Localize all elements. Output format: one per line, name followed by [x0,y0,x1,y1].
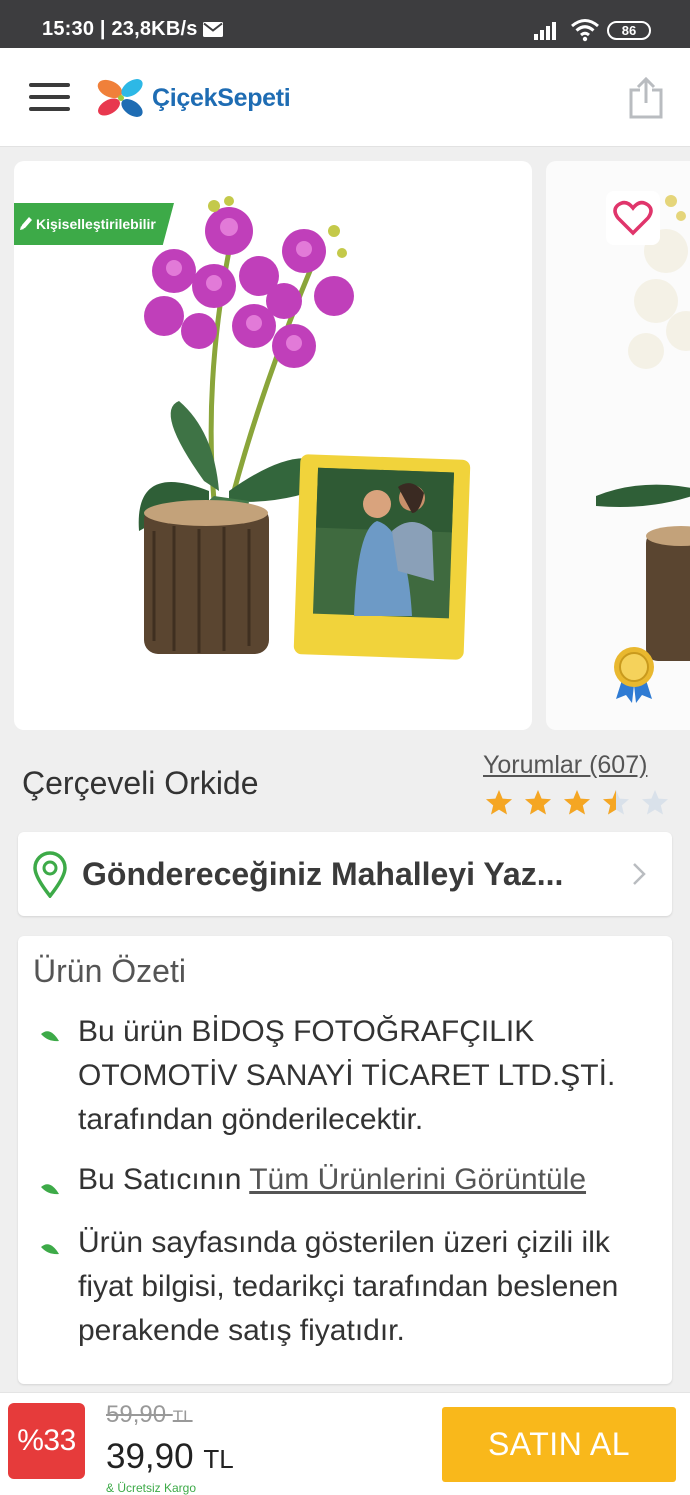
battery-icon: 86 [607,21,651,40]
product-image-next[interactable] [546,161,690,730]
reviews-link[interactable]: Yorumlar (607) [483,751,647,780]
old-price-currency: TL [172,1407,193,1426]
summary-title: Ürün Özeti [33,953,186,989]
brand-logo[interactable]: ÇiçekSepeti [96,74,291,122]
hamburger-menu-icon[interactable] [29,83,70,112]
current-price-currency: TL [203,1444,234,1474]
mail-icon [203,22,223,37]
location-pin-icon [33,851,67,898]
product-image-main[interactable]: Kişiselleştirilebilir [14,161,532,730]
current-price-value: 39,90 [106,1437,194,1476]
wifi-icon [571,19,599,42]
rating-stars[interactable] [485,789,669,816]
share-icon[interactable] [628,76,664,120]
star-icon [525,790,551,815]
award-medal-icon [614,647,654,703]
product-title: Çerçeveli Orkide [22,765,259,801]
leaf-bullet-icon [41,1184,59,1195]
current-price: 39,90 TL [106,1437,234,1477]
star-icon [486,790,512,815]
summary-item-price-info: Ürün sayfasında gösterilen üzeri çizili … [78,1226,619,1347]
pencil-icon [20,217,32,230]
orchid-photo-image [138,196,471,660]
status-bar: 15:30 | 23,8KB/s 86 [0,0,690,48]
star-icon [603,790,629,815]
star-icon [564,790,590,815]
summary-item-seller-products: Bu Satıcının Tüm Ürünlerini Görüntüle [78,1158,668,1202]
logo-text: ÇiçekSepeti [152,83,291,112]
old-price: 59,90 TL [106,1401,193,1429]
buy-button[interactable]: SATIN AL [442,1407,676,1482]
chevron-right-icon [633,863,646,885]
heart-icon [613,200,653,236]
badge-label: Kişiselleştirilebilir [36,216,156,232]
free-shipping-label: & Ücretsiz Kargo [106,1481,197,1495]
old-price-value: 59,90 [106,1401,167,1428]
summary-item-seller: Bu ürün BİDOŞ FOTOĞRAFÇILIK OTOMOTİV SAN… [78,1015,616,1136]
status-time: 15:30 | 23,8KB/s [42,18,198,40]
flower-logo-icon [97,79,143,117]
discount-badge: %33 [8,1403,85,1479]
leaf-bullet-icon [41,1244,59,1255]
personalizable-badge: Kişiselleştirilebilir [14,203,174,245]
summary-item-prefix: Bu Satıcının [78,1163,242,1196]
favorite-button[interactable] [606,191,660,245]
app-header: ÇiçekSepeti [0,48,690,147]
all-seller-products-link[interactable]: Tüm Ürünlerini Görüntüle [249,1163,586,1196]
star-icon [642,790,668,815]
leaf-bullet-icon [41,1031,59,1042]
neighborhood-placeholder: Göndereceğiniz Mahalleyi Yaz... [82,856,564,892]
signal-icon [534,22,556,40]
neighborhood-selector[interactable]: Göndereceğiniz Mahalleyi Yaz... [18,832,672,916]
product-summary: Ürün Özeti Bu ürün BİDOŞ FOTOĞRAFÇILIK O… [18,936,672,1384]
purchase-bar: %33 59,90 TL 39,90 TL & Ücretsiz Kargo S… [0,1392,690,1495]
